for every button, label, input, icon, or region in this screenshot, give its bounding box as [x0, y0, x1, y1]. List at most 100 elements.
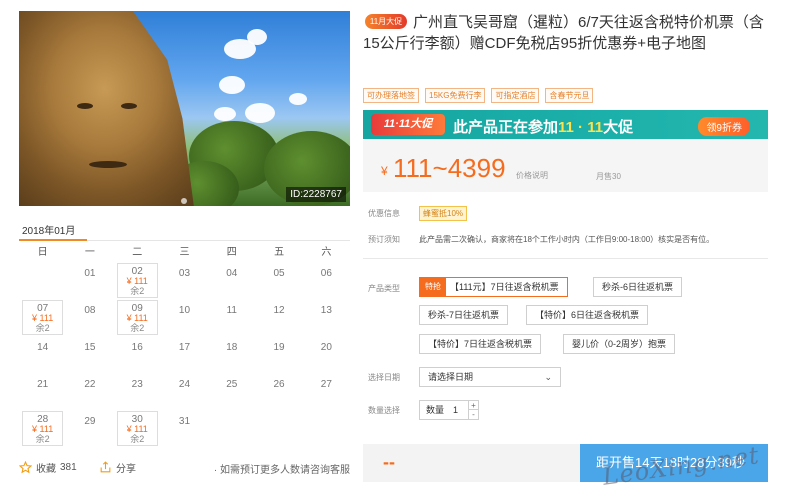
section-divider — [363, 258, 768, 259]
discount-tag: 蜂蜜抵10% — [419, 206, 468, 221]
calendar-day: 31 — [161, 411, 208, 448]
calendar-empty — [303, 411, 350, 448]
option-flash-6day[interactable]: 秒杀-6日往返机票 — [593, 277, 683, 297]
day-price: ¥ 111 — [126, 276, 148, 286]
weekday-label: 一 — [84, 247, 95, 258]
price-note-link[interactable]: 价格说明 — [516, 170, 548, 181]
quantity-stepper[interactable]: 数量 1 + - — [419, 400, 479, 420]
day-number: 03 — [178, 268, 191, 279]
calendar-month-underline — [19, 239, 87, 241]
day-number — [255, 411, 302, 416]
day-number: 12 — [273, 305, 285, 316]
day-number: 06 — [320, 268, 332, 279]
quantity-label: 数量选择 — [368, 406, 400, 415]
day-number: 25 — [226, 379, 238, 390]
price-box: ¥ 111~4399 价格说明 月售30 — [363, 139, 768, 192]
carousel-dot[interactable] — [181, 198, 187, 204]
image-id-label: ID:2228767 — [286, 187, 346, 202]
booking-notice-text: 此产品需二次确认，商家将在18个工作小时内（工作日9:00-18:00）核实是否… — [419, 235, 715, 244]
option-special-7day[interactable]: 【特价】7日往返含税机票 — [419, 334, 542, 354]
quantity-value[interactable]: 1 — [453, 401, 458, 419]
calendar-day-available[interactable]: 30 ¥ 111 余2 — [116, 411, 158, 446]
option-flash-7day[interactable]: 秒杀-7日往返机票 — [419, 305, 509, 325]
weekday-label: 五 — [274, 247, 285, 258]
price-range: 111~4399 — [393, 153, 506, 183]
day-number: 15 — [84, 342, 96, 353]
calendar-day: 18 — [208, 337, 255, 374]
cloud — [245, 103, 275, 123]
calendar-day: 03 — [161, 263, 208, 300]
calendar-day: 04 — [208, 263, 255, 300]
favorite-label: 收藏 — [36, 464, 56, 475]
day-number: 24 — [178, 379, 191, 390]
day-number: 19 — [273, 342, 285, 353]
share-icon — [100, 461, 111, 473]
day-number: 26 — [273, 379, 285, 390]
weekday-label: 六 — [321, 247, 332, 258]
day-price: ¥ 111 — [32, 424, 54, 434]
promo-banner[interactable]: 11·11大促 此产品正在参加11 · 11大促 领9折券 — [363, 110, 768, 139]
calendar-day-available[interactable]: 07 ¥ 111 余2 — [22, 300, 64, 335]
feature-tag: 可指定酒店 — [491, 88, 540, 103]
calendar-day: 26 — [255, 374, 302, 411]
day-number — [208, 411, 255, 416]
product-hero-image[interactable]: ID:2228767 — [19, 11, 350, 206]
option-111-7day[interactable]: 特抢 【111元】7日往返含税机票 — [419, 277, 568, 297]
calendar-empty — [19, 263, 66, 300]
day-number: 05 — [273, 268, 285, 279]
calendar-day: 24 — [161, 374, 208, 411]
calendar-grid: 01 02 ¥ 111 余2 03 04 05 06 07 ¥ 111 余2 08 09 ¥ 111 余2 1… — [19, 263, 350, 448]
discount-label: 优惠信息 — [368, 209, 400, 218]
calendar-day-available[interactable]: 09 ¥ 111 余2 — [116, 300, 158, 335]
product-title: 广州直飞吴哥窟（暹粒）6/7天往返含税特价机票（含15公斤行李额）赠CDF免税店… — [363, 14, 764, 52]
star-icon — [19, 461, 32, 474]
promo-logo: 11·11大促 — [371, 114, 445, 135]
day-number: 20 — [320, 342, 332, 353]
favorite-button[interactable]: 收藏 381 — [19, 460, 77, 475]
share-label: 分享 — [116, 464, 136, 475]
calendar-month-tab[interactable]: 2018年01月 — [22, 222, 75, 237]
day-number: 17 — [178, 342, 191, 353]
promo-text: 此产品正在参加11 · 11大促 — [453, 116, 633, 137]
get-coupon-button[interactable]: 领9折券 — [698, 117, 750, 136]
statue-eye — [121, 103, 137, 109]
weekday-label: 三 — [179, 247, 190, 258]
cloud — [219, 76, 245, 94]
date-select-placeholder: 请选择日期 — [428, 372, 474, 382]
weekday-label: 日 — [37, 247, 48, 258]
option-infant[interactable]: 婴儿价（0-2周岁）抱票 — [563, 334, 676, 354]
day-number: 13 — [320, 305, 332, 316]
day-price: ¥ 111 — [126, 424, 148, 434]
calendar-day: 15 — [66, 337, 113, 374]
date-select[interactable]: 请选择日期 ⌄ — [419, 367, 561, 387]
day-remaining: 余2 — [35, 434, 50, 444]
promo-text-prefix: 此产品正在参加 — [453, 119, 559, 136]
day-number: 31 — [178, 416, 191, 427]
calendar-day: 10 — [161, 300, 208, 337]
share-button[interactable]: 分享 — [99, 460, 136, 475]
calendar-day: 23 — [114, 374, 161, 411]
day-number: 01 — [84, 268, 96, 279]
promo-text-highlight: 11 · 11 — [558, 119, 604, 136]
increment-button[interactable]: + — [469, 401, 478, 410]
calendar-day: 05 — [255, 263, 302, 300]
calendar-footer: 收藏 381 分享 · 如需预订更多人数请咨询客服 — [19, 460, 350, 478]
option-special-6day[interactable]: 【特价】6日往返含税机票 — [526, 305, 649, 325]
calendar-day: 11 — [208, 300, 255, 337]
day-number — [303, 411, 350, 416]
statue-eye — [77, 103, 93, 109]
day-number: 04 — [226, 268, 238, 279]
calendar-day-available[interactable]: 28 ¥ 111 余2 — [22, 411, 64, 446]
day-remaining: 余2 — [130, 434, 145, 444]
cloud — [247, 29, 267, 45]
calendar-weekday-header: 日一二三四五六 — [19, 243, 350, 258]
decrement-button[interactable]: - — [469, 410, 478, 419]
calendar-day-available[interactable]: 02 ¥ 111 余2 — [116, 263, 158, 298]
day-number: 16 — [131, 342, 143, 353]
day-remaining: 余2 — [130, 323, 145, 333]
day-number: 10 — [178, 305, 191, 316]
calendar-day: 21 — [19, 374, 66, 411]
day-number: 23 — [131, 379, 143, 390]
promo-text-suffix: 大促 — [603, 119, 634, 136]
day-number: 21 — [37, 379, 49, 390]
